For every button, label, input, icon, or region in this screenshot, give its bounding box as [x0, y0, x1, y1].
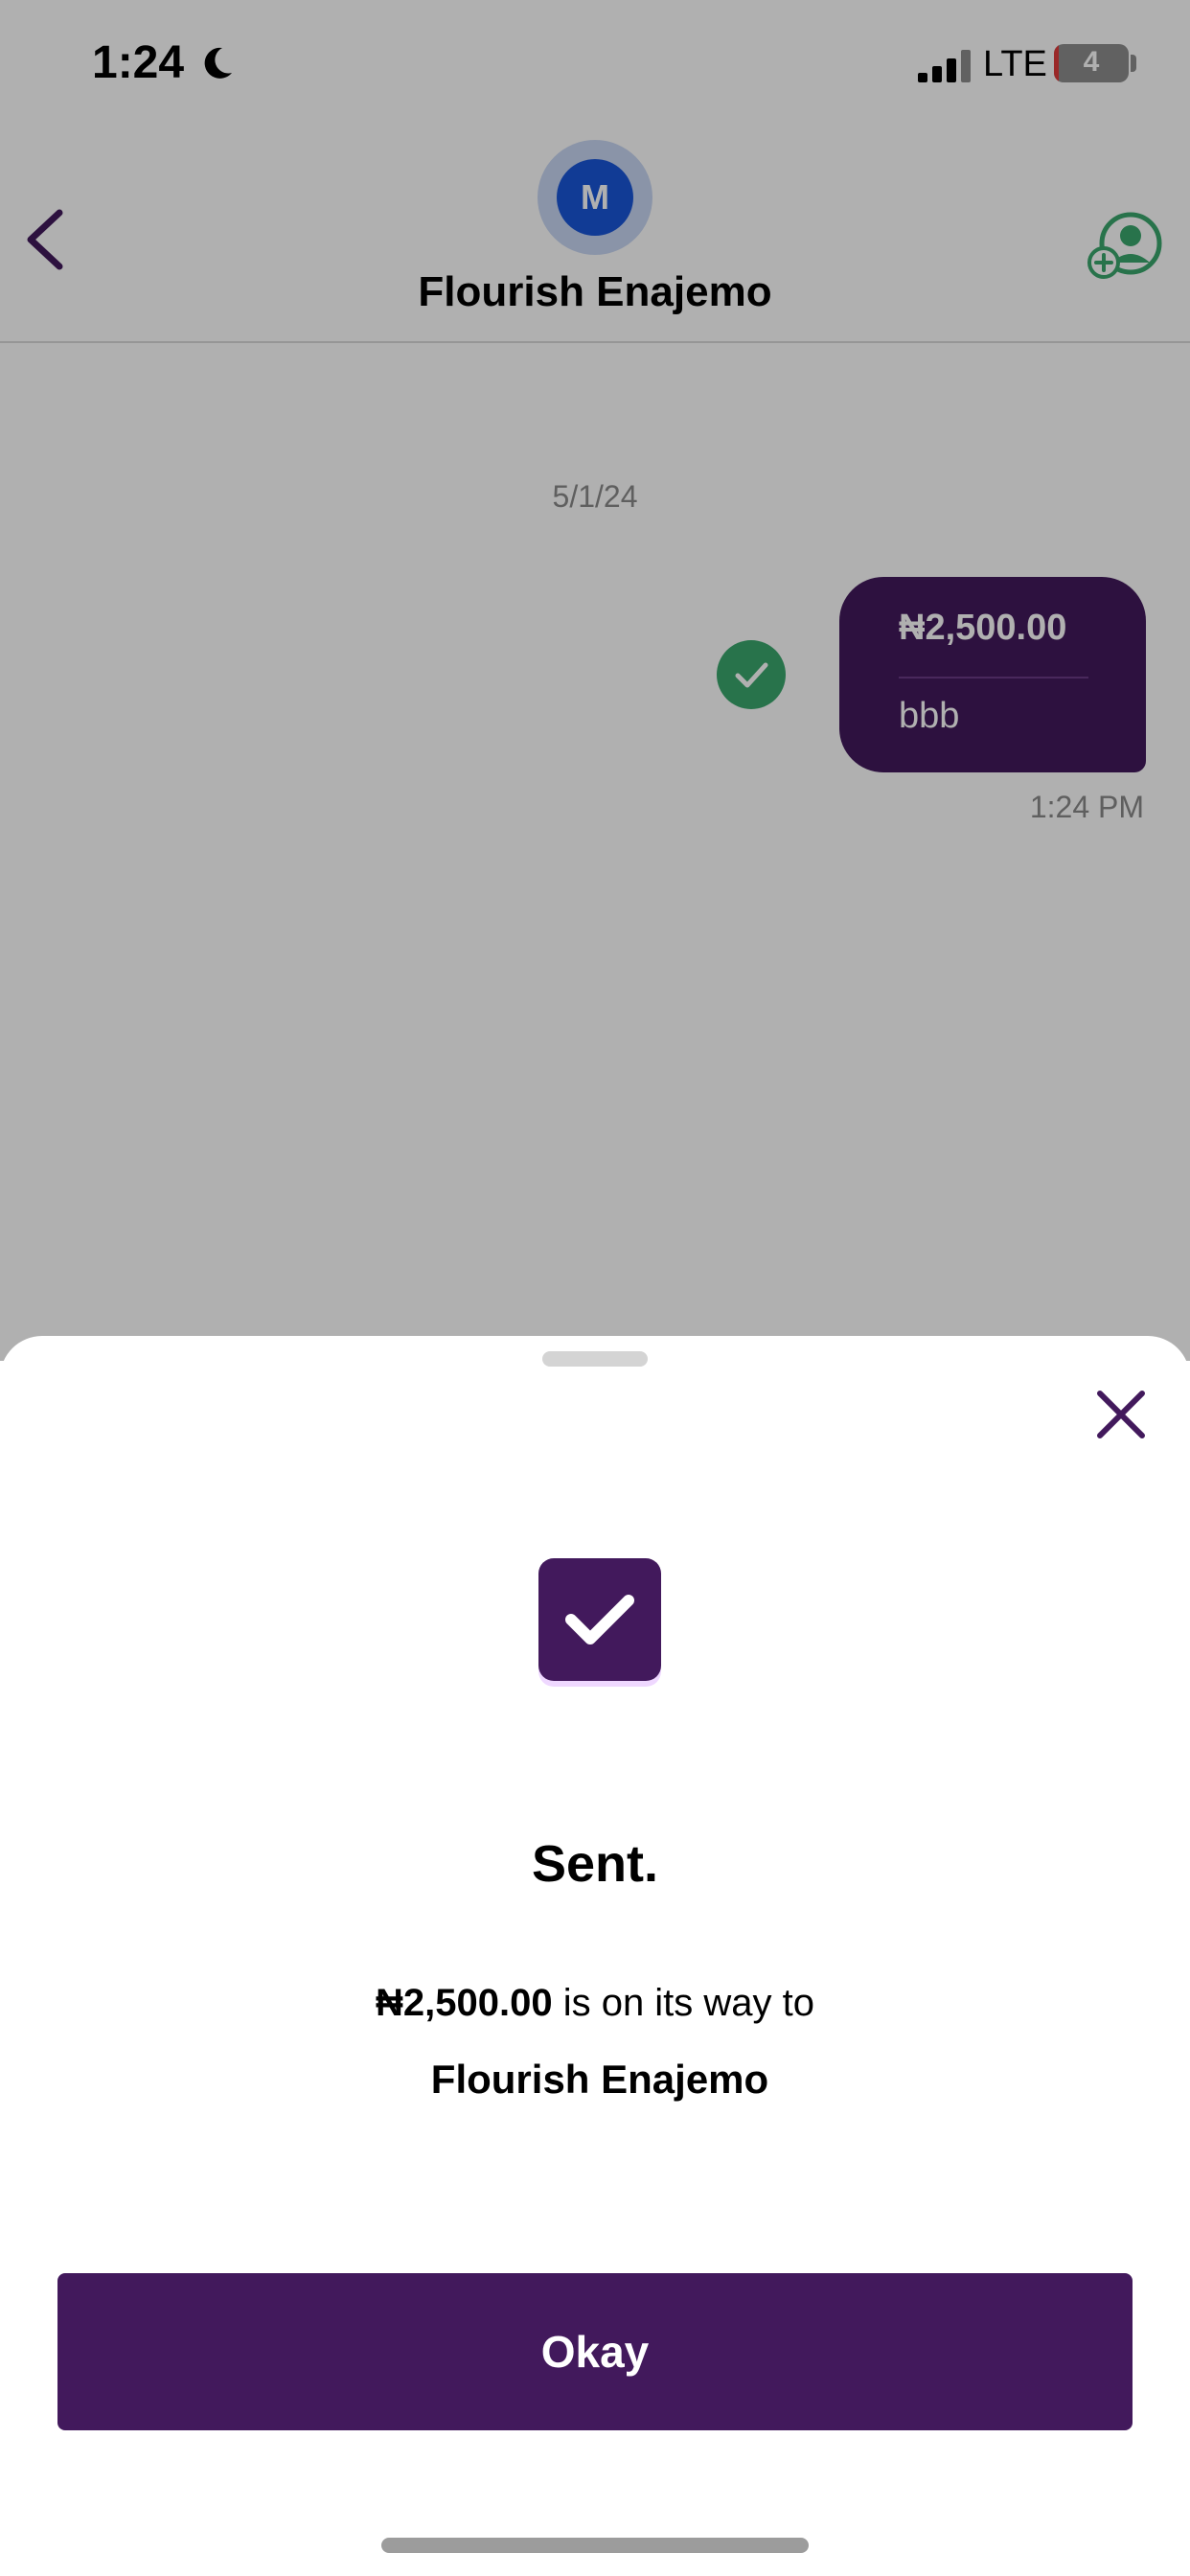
- okay-button[interactable]: Okay: [57, 2273, 1133, 2430]
- success-check-icon: [538, 1558, 661, 1681]
- checkmark-icon: [565, 1595, 634, 1644]
- sent-message: ₦2,500.00 is on its way to: [0, 1982, 1190, 2025]
- sent-message-text: is on its way to: [552, 1982, 815, 2024]
- recipient-name: Flourish Enajemo: [430, 2057, 769, 2102]
- success-bottom-sheet: Sent. ₦2,500.00 is on its way to Flouris…: [0, 1336, 1190, 2576]
- home-indicator[interactable]: [381, 2538, 809, 2553]
- dim-overlay[interactable]: [0, 0, 1190, 1361]
- sheet-grabber[interactable]: [542, 1351, 648, 1367]
- close-icon[interactable]: [1092, 1386, 1150, 1443]
- sent-title: Sent.: [531, 1835, 659, 1893]
- sent-amount: ₦2,500.00: [375, 1982, 553, 2024]
